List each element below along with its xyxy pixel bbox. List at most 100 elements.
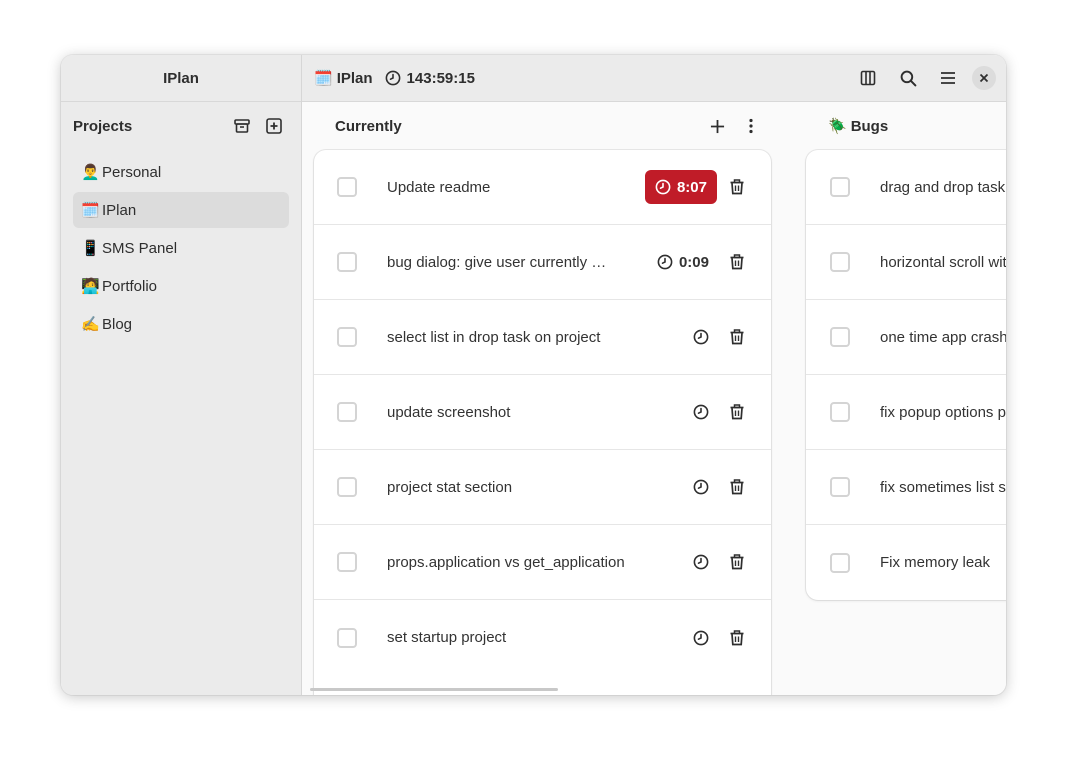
task-checkbox[interactable] bbox=[830, 252, 850, 272]
timer-icon bbox=[385, 70, 400, 86]
task-row[interactable]: project stat section bbox=[314, 450, 771, 525]
task-row[interactable]: drag and drop task s bbox=[806, 150, 1006, 225]
delete-task-button[interactable] bbox=[721, 621, 753, 655]
task-actions: 0:09 bbox=[649, 245, 771, 279]
timer-value: 0:09 bbox=[678, 253, 709, 271]
task-checkbox[interactable] bbox=[337, 477, 357, 497]
menu-icon bbox=[941, 72, 955, 84]
task-row[interactable]: update screenshot bbox=[314, 375, 771, 450]
timer-button[interactable]: 0:09 bbox=[649, 245, 717, 279]
project-emoji: 📱 bbox=[81, 240, 100, 257]
app-window: IPlan Projects 👨‍🦱 Per bbox=[61, 55, 1006, 695]
project-emoji: 👨‍🦱 bbox=[81, 164, 100, 181]
task-list-card: Update readme 8:07 bug dialog: give user… bbox=[314, 150, 771, 695]
trash-icon bbox=[730, 404, 744, 420]
sidebar-item-iplan[interactable]: 🗓️ IPlan bbox=[73, 192, 289, 228]
task-checkbox[interactable] bbox=[337, 327, 357, 347]
task-row[interactable]: select list in drop task on project bbox=[314, 300, 771, 375]
main-content: 🗓️ IPlan 143:59:15 Currently Update read… bbox=[302, 55, 1006, 695]
add-project-icon bbox=[266, 118, 282, 134]
projects-toolbar: Projects bbox=[73, 113, 290, 139]
project-title-emoji: 🗓️ bbox=[314, 70, 333, 87]
list-header: Currently bbox=[314, 102, 771, 150]
task-text: horizontal scroll wit bbox=[880, 253, 1006, 271]
task-text: bug dialog: give user currently … bbox=[387, 253, 607, 271]
list-emoji: 🪲 bbox=[828, 118, 847, 135]
total-time: 143:59:15 bbox=[385, 70, 475, 87]
task-row[interactable]: one time app crashe bbox=[806, 300, 1006, 375]
timer-button[interactable] bbox=[685, 621, 717, 655]
delete-task-button[interactable] bbox=[721, 320, 753, 354]
trash-icon bbox=[730, 254, 744, 270]
task-text: fix sometimes list se bbox=[880, 478, 1006, 496]
sidebar-item-sms-panel[interactable]: 📱 SMS Panel bbox=[73, 230, 289, 266]
sidebar-item-portfolio[interactable]: 🧑‍💻 Portfolio bbox=[73, 268, 289, 304]
task-text: props.application vs get_application bbox=[387, 553, 625, 571]
task-list-card: drag and drop task s horizontal scroll w… bbox=[806, 150, 1006, 600]
delete-task-button[interactable] bbox=[721, 545, 753, 579]
list-currently: Currently Update readme 8:07 bug dialog:… bbox=[314, 102, 771, 695]
delete-task-button[interactable] bbox=[721, 470, 753, 504]
task-text: Fix memory leak bbox=[880, 554, 991, 571]
columns-button[interactable] bbox=[852, 62, 884, 94]
search-button[interactable] bbox=[892, 62, 924, 94]
task-checkbox[interactable] bbox=[337, 177, 357, 197]
timer-button[interactable] bbox=[685, 395, 717, 429]
task-checkbox[interactable] bbox=[337, 627, 357, 648]
main-menu-button[interactable] bbox=[932, 62, 964, 94]
list-options-button[interactable] bbox=[735, 110, 767, 142]
project-title[interactable]: 🗓️ IPlan bbox=[314, 69, 373, 88]
task-text: set startup project bbox=[387, 629, 507, 646]
add-task-button[interactable] bbox=[701, 110, 733, 142]
timer-icon bbox=[693, 479, 709, 495]
list-bugs: 🪲 Bugs drag and drop task s horizontal s… bbox=[806, 102, 1006, 600]
task-checkbox[interactable] bbox=[830, 402, 850, 422]
total-time-value: 143:59:15 bbox=[406, 69, 475, 87]
task-row[interactable]: Update readme 8:07 bbox=[314, 150, 771, 225]
archive-button[interactable] bbox=[226, 110, 258, 142]
task-row[interactable]: Fix memory leak bbox=[806, 525, 1006, 600]
task-row[interactable]: fix sometimes list se bbox=[806, 450, 1006, 525]
delete-task-button[interactable] bbox=[721, 395, 753, 429]
task-checkbox[interactable] bbox=[830, 177, 850, 197]
delete-task-button[interactable] bbox=[721, 170, 753, 204]
task-row[interactable]: props.application vs get_application bbox=[314, 525, 771, 600]
timer-button[interactable] bbox=[685, 545, 717, 579]
trash-icon bbox=[730, 554, 744, 570]
list-header: 🪲 Bugs bbox=[806, 102, 1006, 150]
close-icon bbox=[979, 73, 989, 83]
project-emoji: 🗓️ bbox=[81, 202, 100, 219]
list-name: Bugs bbox=[850, 117, 889, 135]
add-project-button[interactable] bbox=[258, 110, 290, 142]
task-checkbox[interactable] bbox=[830, 552, 850, 573]
sidebar-item-personal[interactable]: 👨‍🦱 Personal bbox=[73, 154, 289, 190]
timer-icon bbox=[693, 554, 709, 570]
sidebar-item-label: IPlan bbox=[102, 201, 137, 219]
task-row[interactable]: fix popup options po bbox=[806, 375, 1006, 450]
add-icon bbox=[710, 119, 724, 133]
timer-button[interactable] bbox=[685, 470, 717, 504]
task-checkbox[interactable] bbox=[830, 327, 850, 347]
task-checkbox[interactable] bbox=[337, 402, 357, 422]
timer-button[interactable] bbox=[685, 320, 717, 354]
horizontal-scrollbar[interactable] bbox=[310, 688, 558, 691]
header-actions bbox=[852, 62, 1006, 94]
sidebar-item-label: Blog bbox=[102, 315, 133, 333]
task-row[interactable]: set startup project bbox=[314, 600, 771, 675]
delete-task-button[interactable] bbox=[721, 245, 753, 279]
sidebar-item-label: Personal bbox=[102, 163, 162, 181]
close-button[interactable] bbox=[972, 66, 996, 90]
task-text: select list in drop task on project bbox=[387, 328, 601, 346]
more-vertical-icon bbox=[749, 118, 753, 134]
task-checkbox[interactable] bbox=[337, 552, 357, 572]
sidebar-item-label: SMS Panel bbox=[102, 239, 178, 257]
timer-icon bbox=[693, 630, 709, 645]
task-checkbox[interactable] bbox=[830, 477, 850, 497]
project-emoji: 🧑‍💻 bbox=[81, 278, 100, 295]
timer-button[interactable]: 8:07 bbox=[644, 170, 717, 204]
sidebar-item-blog[interactable]: ✍️ Blog bbox=[73, 306, 289, 342]
task-row[interactable]: bug dialog: give user currently … 0:09 bbox=[314, 225, 771, 300]
task-row[interactable]: horizontal scroll wit bbox=[806, 225, 1006, 300]
task-checkbox[interactable] bbox=[337, 252, 357, 272]
project-emoji: ✍️ bbox=[81, 316, 100, 333]
